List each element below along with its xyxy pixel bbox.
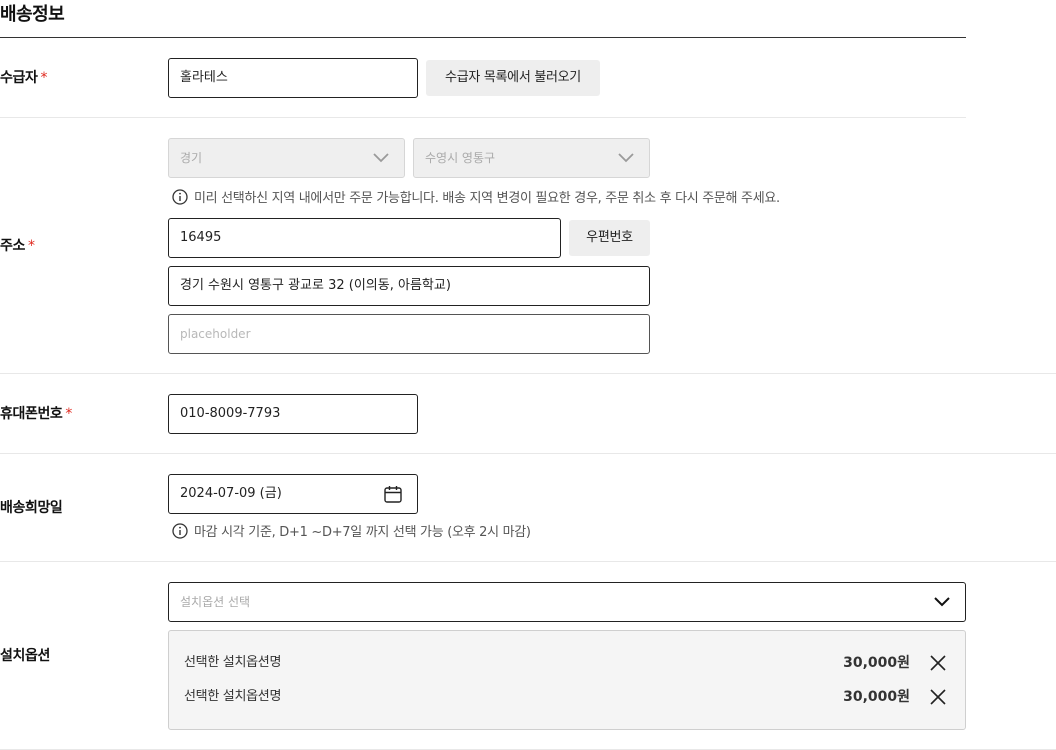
option-name: 선택한 설치옵션명 <box>184 689 282 704</box>
delivery-date-label-text: 배송희망일 <box>0 500 63 516</box>
address-label: 주소 * <box>0 236 35 256</box>
required-mark: * <box>40 70 48 86</box>
zipcode-value: 16495 <box>180 230 222 245</box>
recipient-label-text: 수급자 <box>0 70 38 86</box>
install-option-select[interactable]: 설치옵션 선택 <box>168 582 966 622</box>
selected-options-box: 선택한 설치옵션명 30,000원 선택한 설치옵션명 30,000원 <box>168 630 966 730</box>
address-notice: 미리 선택하신 지역 내에서만 주문 가능합니다. 배송 지역 변경이 필요한 … <box>172 189 780 208</box>
option-price: 30,000원 <box>843 655 910 671</box>
district-select: 수영시 영통구 <box>413 138 650 178</box>
section-divider <box>0 37 966 38</box>
row-divider <box>0 453 1056 454</box>
option-name: 선택한 설치옵션명 <box>184 655 282 670</box>
phone-label-text: 휴대폰번호 <box>0 406 63 422</box>
chevron-down-icon <box>934 597 950 607</box>
row-divider <box>0 561 1056 562</box>
address-notice-text: 미리 선택하신 지역 내에서만 주문 가능합니다. 배송 지역 변경이 필요한 … <box>194 191 780 206</box>
recipient-input[interactable]: 홀라테스 <box>168 58 418 98</box>
recipient-input-value: 홀라테스 <box>180 70 228 85</box>
selected-option-item: 선택한 설치옵션명 30,000원 <box>184 652 950 674</box>
chevron-down-icon <box>618 153 634 163</box>
address-line1-input[interactable]: 경기 수원시 영통구 광교로 32 (이의동, 아름학교) <box>168 266 650 306</box>
address-line2-input[interactable]: placeholder <box>168 314 650 354</box>
info-icon <box>172 523 188 539</box>
recipient-label: 수급자 * <box>0 68 47 88</box>
close-icon[interactable] <box>928 653 948 673</box>
zipcode-button[interactable]: 우편번호 <box>569 220 650 256</box>
calendar-icon[interactable] <box>383 484 403 504</box>
row-divider <box>0 117 966 118</box>
delivery-date-notice: 마감 시각 기준, D+1 ~D+7일 까지 선택 가능 (오후 2시 마감) <box>172 523 531 542</box>
load-recipient-button[interactable]: 수급자 목록에서 불러오기 <box>426 60 600 96</box>
required-mark: * <box>27 238 35 254</box>
row-divider <box>0 373 1056 374</box>
region-select: 경기 <box>168 138 405 178</box>
address-line2-placeholder: placeholder <box>180 327 251 341</box>
zipcode-input[interactable]: 16495 <box>168 218 561 258</box>
address-label-text: 주소 <box>0 238 25 254</box>
install-option-placeholder: 설치옵션 선택 <box>180 595 251 609</box>
required-mark: * <box>65 406 73 422</box>
install-option-label-text: 설치옵션 <box>0 648 50 664</box>
section-title: 배송정보 <box>0 4 65 25</box>
install-option-label: 설치옵션 <box>0 646 50 666</box>
delivery-date-input[interactable]: 2024-07-09 (금) <box>168 474 418 514</box>
info-icon <box>172 189 188 205</box>
delivery-date-value: 2024-07-09 (금) <box>180 486 282 501</box>
selected-option-item: 선택한 설치옵션명 30,000원 <box>184 686 950 708</box>
address-line1-value: 경기 수원시 영통구 광교로 32 (이의동, 아름학교) <box>180 278 451 293</box>
delivery-date-notice-text: 마감 시각 기준, D+1 ~D+7일 까지 선택 가능 (오후 2시 마감) <box>194 525 531 540</box>
phone-label: 휴대폰번호 * <box>0 404 72 424</box>
phone-input[interactable]: 010-8009-7793 <box>168 394 418 434</box>
close-icon[interactable] <box>928 687 948 707</box>
phone-value: 010-8009-7793 <box>180 406 281 421</box>
district-select-value: 수영시 영통구 <box>425 151 496 165</box>
region-select-value: 경기 <box>180 151 203 165</box>
delivery-date-label: 배송희망일 <box>0 498 63 518</box>
option-price: 30,000원 <box>843 689 910 705</box>
chevron-down-icon <box>373 153 389 163</box>
